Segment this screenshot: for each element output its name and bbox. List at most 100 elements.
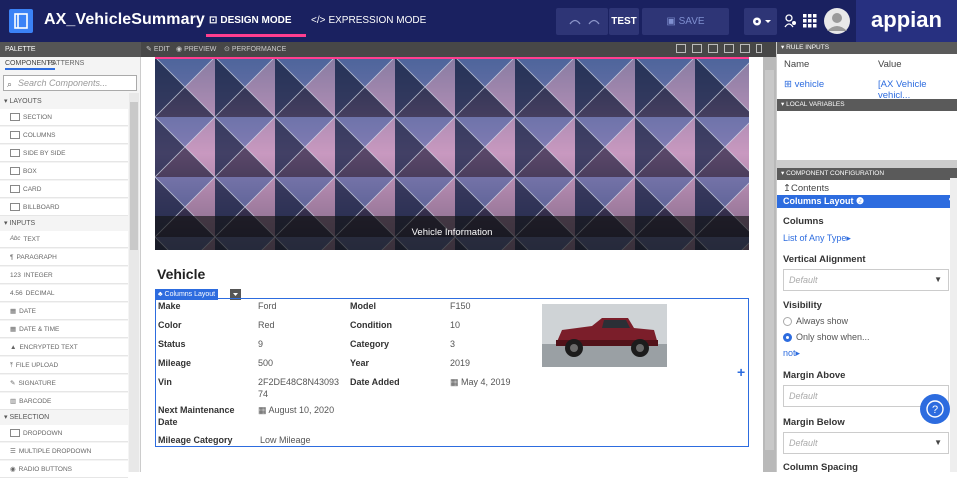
laptop-icon[interactable] [708,44,718,53]
test-button[interactable]: TEST [609,8,639,35]
undo-icon[interactable] [556,8,608,35]
top-bar: AX_VehicleSummary ⊡ DESIGN MODE </> EXPR… [0,0,957,54]
palette-item-file-upload[interactable]: ⤒ FILE UPLOAD [0,357,128,374]
rule-input-vehicle-value[interactable]: [AX Vehicle vehicl... [878,79,957,101]
palette-item-dropdown[interactable]: DROPDOWN [0,425,128,442]
palette-item-label: DATE [19,307,37,315]
palette-item-billboard[interactable]: BILLBOARD [0,199,128,216]
field-value-year: 2019 [450,358,471,368]
active-tab-indicator [206,34,306,37]
undo-redo-group [556,8,608,35]
tab-edit[interactable]: ✎ EDIT [146,45,170,53]
palette-item-signature[interactable]: ✎ SIGNATURE [0,375,128,392]
rule-inputs-header[interactable]: ▾ RULE INPUTS [777,42,957,54]
palette-item-barcode[interactable]: ▥ BARCODE [0,393,128,410]
palette-item-radio-buttons[interactable]: ◉ RADIO BUTTONS [0,461,128,478]
fit-icon[interactable] [676,44,686,53]
category-layouts[interactable]: ▾ LAYOUTS [0,95,128,109]
visibility-always-show[interactable]: Always show [783,316,848,326]
category-label: INPUTS [9,220,36,227]
tab-design-mode[interactable]: ⊡ DESIGN MODE [209,15,292,26]
field-label-year: Year [350,358,370,368]
palette-item-card[interactable]: CARD [0,181,128,198]
columns-label: Columns [783,216,824,227]
desktop-icon[interactable] [692,44,702,53]
field-value-next-maintenance: ▦ August 10, 2020 [258,405,334,416]
component-configuration-header[interactable]: ▾ COMPONENT CONFIGURATION [777,168,957,180]
palette-item-multiple-dropdown[interactable]: ☰ MULTIPLE DROPDOWN [0,443,128,460]
gear-icon [753,17,771,26]
palette-scroll-thumb[interactable] [130,102,138,250]
category-selection[interactable]: ▾ SELECTION [0,411,128,425]
apps-grid-icon[interactable] [803,14,817,28]
billboard[interactable]: Vehicle Information [155,57,749,250]
save-changes-button[interactable]: ▣ SAVE CHANGES [642,8,729,54]
vertical-alignment-value: Default [789,275,818,285]
field-value-mileage: 500 [258,358,274,368]
tablet-icon[interactable] [740,44,750,53]
palette-item-encrypted-text[interactable]: ▲ ENCRYPTED TEXT [0,339,128,356]
local-variables-area [777,111,957,167]
contents-link[interactable]: ↥Contents [783,183,829,194]
side-by-side-icon [10,149,20,157]
margin-above-label: Margin Above [783,370,846,381]
field-label-condition: Condition [350,320,392,330]
local-variables-header[interactable]: ▾ LOCAL VARIABLES [777,99,957,111]
next-maintenance-date: August 10, 2020 [268,405,335,415]
panel-divider[interactable] [777,160,957,168]
margin-below-select[interactable]: Default ▼ [783,432,949,454]
palette-item-date-time[interactable]: ▦ DATE & TIME [0,321,128,338]
palette-item-side-by-side[interactable]: SIDE BY SIDE [0,145,128,162]
help-button[interactable]: ? [920,394,950,424]
columns-type-link[interactable]: List of Any Type▸ [783,233,851,244]
category-inputs[interactable]: ▾ INPUTS [0,217,128,231]
field-value-color: Red [258,320,275,330]
tab-patterns[interactable]: PATTERNS [48,60,84,67]
settings-button[interactable] [744,8,777,35]
card-icon [10,185,20,193]
tab-performance[interactable]: ⊙ PERFORMANCE [224,45,286,53]
add-column-button[interactable]: + [737,364,745,380]
palette-item-label: DATE & TIME [19,325,60,333]
palette-item-label: BOX [23,167,37,175]
field-value-category: 3 [450,339,456,349]
palette-item-label: DROPDOWN [23,429,63,437]
tablet-landscape-icon[interactable] [724,44,734,53]
field-value-make: Ford [258,301,277,311]
expand-icon: ⊞ [784,79,795,90]
help-icon[interactable]: ❷ [854,196,864,206]
palette-item-label: CARD [23,185,42,193]
billboard-caption: Vehicle Information [155,216,749,250]
upload-icon: ⤒ [10,361,13,369]
field-label-date-added: Date Added [350,377,400,387]
app-logo-icon[interactable] [9,9,33,33]
field-label-mileage: Mileage [158,358,192,368]
radio-checked-icon [783,332,792,342]
tab-preview-label: PREVIEW [184,46,217,53]
people-icon[interactable] [784,14,798,28]
not-link[interactable]: not▸ [783,348,800,359]
rule-input-vehicle[interactable]: ⊞ vehicle [784,79,824,90]
canvas-scroll-thumb[interactable] [765,70,774,450]
avatar[interactable] [823,7,851,35]
palette-item-box[interactable]: BOX [0,163,128,180]
visibility-always-show-label: Always show [796,316,849,326]
component-type-bar: Columns Layout ❷✎ [777,195,957,208]
palette-item-section[interactable]: SECTION [0,109,128,126]
palette-item-decimal[interactable]: 4.56 DECIMAL [0,285,128,302]
rule-input-vehicle-name: vehicle [794,79,825,90]
visibility-only-show-when[interactable]: Only show when... [783,332,870,342]
palette-item-integer[interactable]: 123 INTEGER [0,267,128,284]
phone-icon[interactable] [756,44,762,53]
tab-expression-mode[interactable]: </> EXPRESSION MODE [311,15,426,26]
properties-scrollbar[interactable] [950,178,957,472]
field-label-next-maintenance: Next Maintenance [158,405,235,415]
palette-item-text[interactable]: Abc TEXT [0,231,128,248]
palette-item-columns[interactable]: COLUMNS [0,127,128,144]
palette-item-date[interactable]: ▦ DATE [0,303,128,320]
vertical-alignment-select[interactable]: Default ▼ [783,269,949,291]
palette-panel: PALETTE COMPONENTS PATTERNS ⌕ Search Com… [0,42,141,478]
tab-preview[interactable]: ◉ PREVIEW [176,45,216,53]
search-input[interactable]: ⌕ Search Components... [3,75,137,91]
palette-item-paragraph[interactable]: ¶ PARAGRAPH [0,249,128,266]
